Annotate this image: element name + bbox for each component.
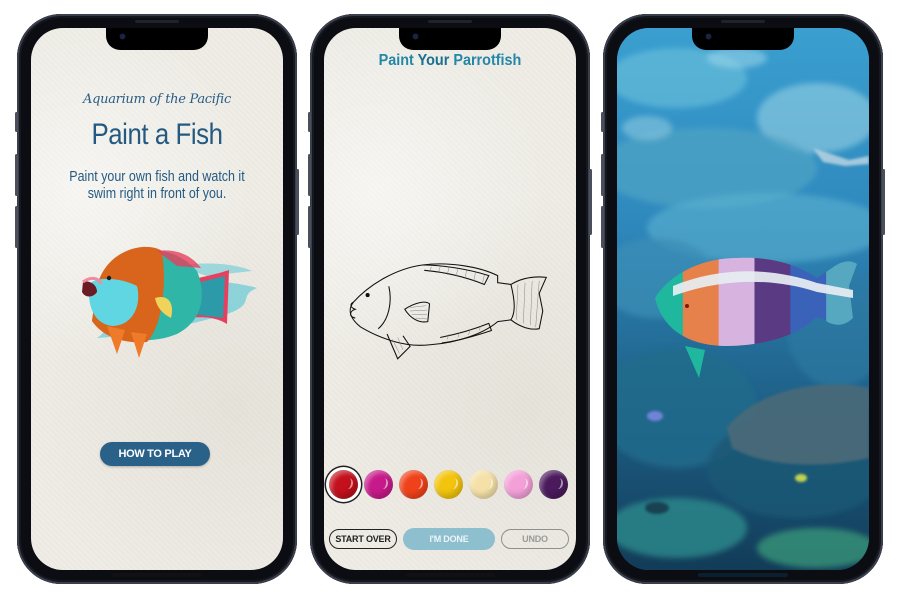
fish-stripe: [754, 257, 792, 346]
dorsal-fin-outline: [422, 264, 490, 286]
volume-up-button: [601, 154, 604, 196]
intro-screen: Aquarium of the Pacific Paint a Fish Pai…: [31, 28, 283, 570]
fish-stripe: [826, 257, 857, 346]
notch: [692, 28, 794, 50]
phone-paint: Paint Your Parrotfish START OVER I'M DON…: [308, 14, 592, 584]
home-indicator[interactable]: [112, 573, 202, 577]
color-swatch-red[interactable]: [329, 470, 358, 499]
notch: [106, 28, 208, 50]
phone-ar-view: [601, 14, 885, 584]
fish-stripe: [718, 257, 756, 346]
front-camera-icon: [120, 34, 125, 39]
title-part: Parrotfish: [449, 52, 522, 69]
power-button: [296, 169, 299, 235]
color-swatch-yellow[interactable]: [434, 470, 463, 499]
color-swatch-purple[interactable]: [539, 470, 568, 499]
volume-up-button: [308, 154, 311, 196]
earpiece-speaker: [428, 20, 472, 23]
color-swatch-orange[interactable]: [399, 470, 428, 499]
color-swatch-magenta[interactable]: [364, 470, 393, 499]
action-bar: START OVER I'M DONE UNDO: [324, 528, 576, 551]
volume-up-button: [15, 154, 18, 196]
color-palette: [324, 468, 576, 502]
page-title: Paint a Fish: [91, 118, 223, 151]
front-camera-icon: [413, 34, 418, 39]
parrotfish-outline-canvas[interactable]: [334, 246, 564, 376]
page-subtitle: Paint your own fish and watch it swim ri…: [69, 169, 245, 202]
color-swatch-pink[interactable]: [504, 470, 533, 499]
color-swatch-cream[interactable]: [469, 470, 498, 499]
front-camera-icon: [706, 34, 711, 39]
volume-down-button: [15, 206, 18, 248]
title-emphasis: Your: [417, 52, 450, 69]
how-to-play-button[interactable]: HOW TO PLAY: [100, 442, 210, 466]
paint-screen: Paint Your Parrotfish START OVER I'M DON…: [324, 28, 576, 570]
earpiece-speaker: [135, 20, 179, 23]
fish-eye: [685, 304, 689, 308]
fin-ray-lines: [392, 266, 540, 354]
volume-down-button: [308, 206, 311, 248]
notch: [399, 28, 501, 50]
painted-parrotfish-illustration: [82, 246, 257, 358]
fish-eye: [106, 275, 112, 281]
fish-stripe: [790, 257, 828, 346]
phone-intro: Aquarium of the Pacific Paint a Fish Pai…: [15, 14, 299, 584]
painted-fish-ar[interactable]: [617, 28, 869, 570]
earpiece-speaker: [721, 20, 765, 23]
done-button[interactable]: I'M DONE: [403, 528, 495, 550]
brand-logo: Aquarium of the Pacific: [83, 92, 231, 107]
mute-switch: [308, 112, 311, 132]
home-indicator[interactable]: [405, 573, 495, 577]
power-button: [589, 169, 592, 235]
mute-switch: [601, 112, 604, 132]
undo-button[interactable]: UNDO: [501, 529, 569, 549]
start-over-button[interactable]: START OVER: [329, 529, 397, 549]
page-title: Paint Your Parrotfish: [337, 52, 564, 70]
fish-stripe: [682, 257, 720, 346]
volume-down-button: [601, 206, 604, 248]
fish-stripe: [655, 257, 684, 346]
title-part: Paint: [378, 52, 418, 69]
home-indicator[interactable]: [698, 573, 788, 577]
power-button: [882, 169, 885, 235]
fish-eye: [365, 293, 370, 298]
ar-screen: [617, 28, 869, 570]
mute-switch: [15, 112, 18, 132]
